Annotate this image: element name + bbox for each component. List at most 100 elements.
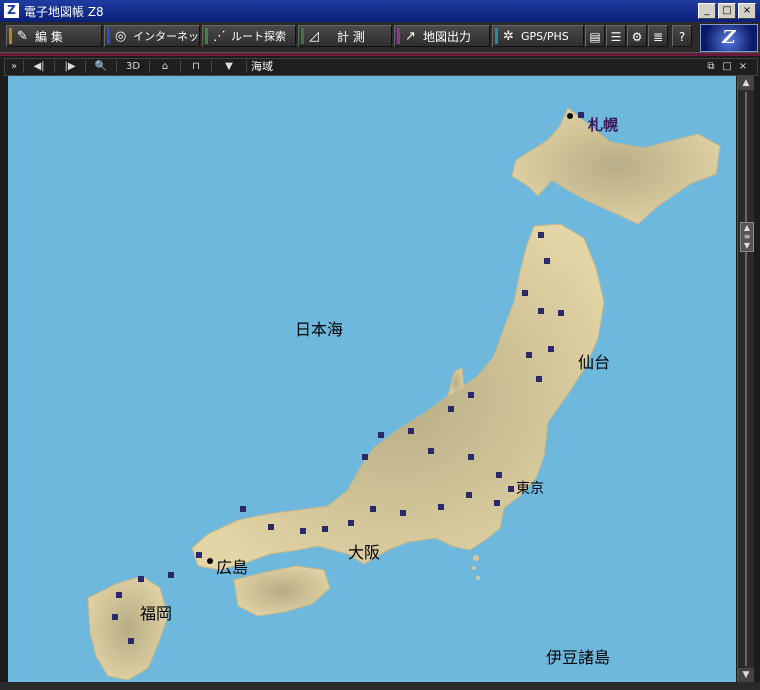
route-icon: ⋰ bbox=[213, 29, 226, 44]
restore-pane-icon[interactable]: ⧉ bbox=[705, 60, 717, 73]
marker bbox=[526, 352, 532, 358]
dropdown-icon[interactable]: ▼ bbox=[212, 60, 247, 73]
marker bbox=[400, 510, 406, 516]
minimize-button[interactable]: _ bbox=[698, 3, 716, 19]
map-view[interactable]: 札幌 日本海 仙台 東京 大阪 広島 福岡 伊豆諸島 bbox=[8, 76, 736, 682]
label-sapporo: 札幌 bbox=[588, 116, 619, 134]
marker bbox=[508, 486, 514, 492]
app-icon: Z bbox=[4, 3, 19, 18]
list-icon[interactable]: ≣ bbox=[648, 25, 668, 47]
satellite-icon: ✲ bbox=[503, 29, 514, 44]
current-location-label: 海域 bbox=[251, 60, 273, 73]
measure-button[interactable]: ◿ 計 測 bbox=[298, 25, 392, 47]
izu-island-3 bbox=[476, 576, 480, 580]
shikoku-land bbox=[233, 565, 331, 617]
close-button[interactable]: × bbox=[738, 3, 756, 19]
mark-icon[interactable]: ⊓ bbox=[181, 60, 212, 73]
marker bbox=[240, 506, 246, 512]
internet-button[interactable]: ◎ インターネット bbox=[104, 25, 200, 47]
marker bbox=[268, 524, 274, 530]
output-mark bbox=[397, 28, 400, 44]
honshu-land bbox=[191, 223, 605, 571]
window-title: 電子地図帳 Z8 bbox=[24, 5, 104, 19]
close-pane-icon[interactable]: × bbox=[737, 60, 749, 73]
marker bbox=[322, 526, 328, 532]
scroll-track bbox=[745, 92, 747, 666]
marker bbox=[168, 572, 174, 578]
edit-button[interactable]: ✎ 編 集 bbox=[6, 25, 102, 47]
marker bbox=[112, 614, 118, 620]
marker bbox=[438, 504, 444, 510]
marker bbox=[536, 376, 542, 382]
edit-mark bbox=[9, 28, 12, 44]
marker bbox=[128, 638, 134, 644]
marker bbox=[408, 428, 414, 434]
view-3d-button[interactable]: 3D bbox=[117, 60, 150, 73]
marker bbox=[558, 310, 564, 316]
internet-mark bbox=[107, 28, 110, 44]
sapporo-dot bbox=[567, 113, 573, 119]
marker bbox=[448, 406, 454, 412]
measure-mark bbox=[301, 28, 304, 44]
marker bbox=[468, 392, 474, 398]
ruler-icon: ◿ bbox=[309, 29, 319, 44]
document-icon[interactable]: ▤ bbox=[585, 25, 605, 47]
map-vertical-scrollbar[interactable]: ▲ ▲ ≡ ▼ ▼ bbox=[737, 76, 754, 682]
settings-icon[interactable]: ⚙ bbox=[627, 25, 647, 47]
maximize-button[interactable]: □ bbox=[718, 3, 736, 19]
bottom-bar bbox=[0, 682, 760, 690]
gps-button[interactable]: ✲ GPS/PHS bbox=[492, 25, 584, 47]
gps-mark bbox=[495, 28, 498, 44]
marker bbox=[494, 500, 500, 506]
label-izu-islands: 伊豆諸島 bbox=[546, 648, 611, 667]
marker bbox=[348, 520, 354, 526]
marker bbox=[496, 472, 502, 478]
window-controls: _ □ × bbox=[698, 3, 756, 19]
marker bbox=[370, 506, 376, 512]
label-tokyo: 東京 bbox=[516, 481, 544, 497]
route-search-button[interactable]: ⋰ ルート探索 bbox=[202, 25, 296, 47]
marker bbox=[300, 528, 306, 534]
japan-map bbox=[87, 107, 721, 681]
label-sendai: 仙台 bbox=[578, 353, 611, 372]
output-icon: ↗ bbox=[405, 29, 416, 44]
output-label: 地図出力 bbox=[423, 30, 472, 44]
map-nav-bar: » ◀| |▶ 🔍 3D ⌂ ⊓ ▼ 海域 ⧉ □ × bbox=[4, 58, 758, 76]
marker bbox=[544, 258, 550, 264]
scroll-down-icon[interactable]: ▼ bbox=[738, 668, 754, 682]
marker bbox=[466, 492, 472, 498]
title-bar: Z 電子地図帳 Z8 _ □ × bbox=[0, 0, 760, 22]
label-fukuoka: 福岡 bbox=[140, 604, 173, 623]
measure-label: 計 測 bbox=[337, 30, 365, 44]
globe-icon: ◎ bbox=[115, 29, 127, 44]
label-hiroshima: 広島 bbox=[216, 558, 249, 577]
zoom-icon[interactable]: 🔍 bbox=[86, 60, 117, 73]
help-button[interactable]: ? bbox=[672, 25, 692, 47]
expand-icon[interactable]: » bbox=[5, 60, 24, 73]
marker bbox=[538, 308, 544, 314]
layout-icon[interactable]: ☰ bbox=[606, 25, 626, 47]
forward-icon[interactable]: |▶ bbox=[55, 60, 86, 73]
gps-label: GPS/PHS bbox=[521, 30, 569, 43]
maximize-pane-icon[interactable]: □ bbox=[721, 60, 733, 73]
scroll-up-icon[interactable]: ▲ bbox=[738, 76, 754, 90]
label-sea-of-japan: 日本海 bbox=[295, 320, 344, 339]
label-osaka: 大阪 bbox=[348, 543, 381, 562]
main-toolbar: ✎ 編 集 ◎ インターネット ⋰ ルート探索 ◿ 計 測 ↗ 地図出力 ✲ G… bbox=[0, 22, 760, 53]
back-icon[interactable]: ◀| bbox=[24, 60, 55, 73]
marker bbox=[138, 576, 144, 582]
scroll-thumb[interactable]: ▲ ≡ ▼ bbox=[740, 222, 754, 252]
map-output-button[interactable]: ↗ 地図出力 bbox=[394, 25, 490, 47]
marker bbox=[578, 112, 584, 118]
marker bbox=[116, 592, 122, 598]
marker bbox=[196, 552, 202, 558]
izu-island-1 bbox=[473, 555, 479, 561]
izu-island-2 bbox=[472, 566, 476, 570]
route-mark bbox=[205, 28, 208, 44]
marker bbox=[522, 290, 528, 296]
edit-label: 編 集 bbox=[35, 30, 63, 44]
internet-label: インターネット bbox=[133, 30, 199, 43]
marker bbox=[362, 454, 368, 460]
marker bbox=[468, 454, 474, 460]
home-icon[interactable]: ⌂ bbox=[150, 60, 181, 73]
